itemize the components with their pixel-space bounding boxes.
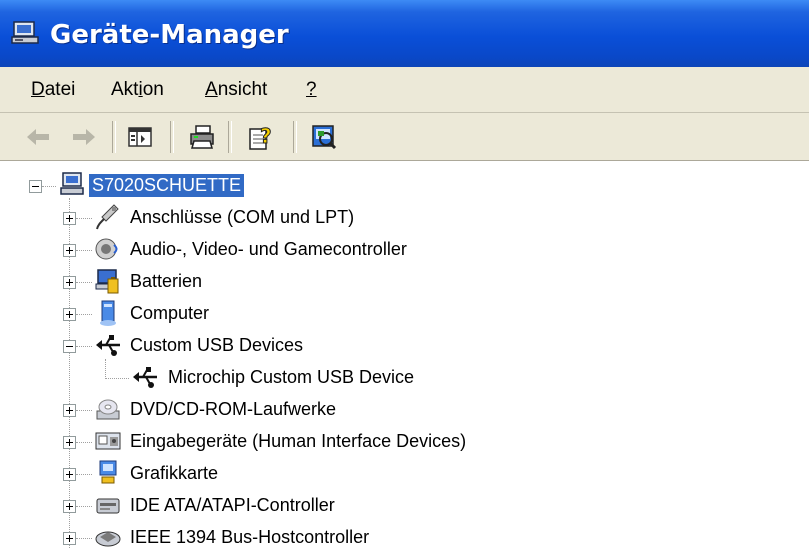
show-hide-console-tree-icon — [128, 127, 152, 147]
tree-item-label[interactable]: Computer — [127, 302, 212, 325]
toolbar: ? — [0, 113, 809, 161]
menu-datei-accel: D — [31, 79, 45, 100]
tree-connector — [76, 314, 92, 315]
tree-connector — [76, 282, 92, 283]
menu-aktion-post: on — [142, 79, 164, 100]
tree-connector — [76, 250, 92, 251]
tree-item-label[interactable]: Microchip Custom USB Device — [165, 366, 417, 389]
hid-icon — [95, 432, 121, 450]
tree-item-label[interactable]: Audio-, Video- und Gamecontroller — [127, 238, 410, 261]
tree-item-label[interactable]: Custom USB Devices — [127, 334, 306, 357]
menu-bar: Datei Aktion Ansicht ? — [0, 67, 809, 113]
title-bar[interactable]: Geräte-Manager — [0, 0, 809, 67]
menu-datei-post: atei — [44, 79, 76, 100]
toolbar-separator — [293, 121, 297, 153]
scan-hardware-button[interactable] — [308, 121, 340, 153]
dvd-icon — [96, 399, 120, 420]
toolbar-separator — [112, 121, 116, 153]
usb-icon — [133, 367, 157, 388]
menu-ansicht[interactable]: Ansicht — [205, 79, 267, 101]
tree-item-label[interactable]: Anschlüsse (COM und LPT) — [127, 206, 357, 229]
expand-toggle[interactable] — [63, 212, 76, 225]
expand-toggle[interactable] — [63, 532, 76, 545]
tree-connector — [76, 538, 92, 539]
tree-connector — [76, 474, 92, 475]
tree-connector — [76, 410, 92, 411]
print-icon — [190, 125, 214, 149]
show-hide-tree-button[interactable] — [124, 121, 156, 153]
expand-toggle[interactable] — [63, 500, 76, 513]
device-tree[interactable]: S7020SCHUETTE Anschlüsse (COM und LPT) A… — [0, 161, 809, 551]
tree-item-label[interactable]: Eingabegeräte (Human Interface Devices) — [127, 430, 469, 453]
tree-root-label[interactable]: S7020SCHUETTE — [89, 174, 245, 197]
expand-toggle[interactable] — [63, 244, 76, 257]
expand-toggle[interactable] — [63, 276, 76, 289]
back-button[interactable] — [22, 121, 54, 153]
tree-connector — [76, 218, 92, 219]
tree-item-label[interactable]: IDE ATA/ATAPI-Controller — [127, 494, 338, 517]
toolbar-separator — [170, 121, 174, 153]
computer-node-icon — [100, 300, 116, 326]
device-manager-icon — [11, 21, 39, 44]
forward-icon — [73, 129, 95, 145]
expand-toggle[interactable] — [63, 436, 76, 449]
menu-aktion[interactable]: Aktion — [111, 79, 164, 101]
usb-icon — [96, 335, 120, 356]
ieee1394-icon — [95, 531, 121, 547]
help-icon: ? — [249, 124, 272, 150]
menu-datei[interactable]: Datei — [31, 79, 75, 101]
menu-aktion-pre: Akt — [111, 79, 139, 100]
help-button[interactable]: ? — [246, 121, 278, 153]
back-icon — [27, 129, 49, 145]
menu-help-accel: ? — [306, 79, 317, 100]
tree-connector — [76, 346, 92, 347]
svg-text:?: ? — [260, 124, 272, 148]
tree-item-label[interactable]: Grafikkarte — [127, 462, 221, 485]
port-icon — [96, 204, 119, 230]
scan-hardware-icon — [312, 125, 337, 150]
tree-connector — [105, 378, 129, 379]
tree-item-label[interactable]: DVD/CD-ROM-Laufwerke — [127, 398, 339, 421]
tree-connector — [76, 442, 92, 443]
ide-icon — [96, 498, 120, 514]
forward-button[interactable] — [68, 121, 100, 153]
menu-help[interactable]: ? — [306, 79, 317, 101]
tree-connector — [42, 186, 56, 187]
print-button[interactable] — [186, 121, 218, 153]
tree-item-label[interactable]: Batterien — [127, 270, 205, 293]
window-title: Geräte-Manager — [50, 20, 289, 50]
expand-toggle[interactable] — [63, 308, 76, 321]
collapse-toggle[interactable] — [63, 340, 76, 353]
menu-ansicht-accel: A — [205, 79, 218, 100]
expand-toggle[interactable] — [63, 404, 76, 417]
audio-icon — [95, 238, 118, 260]
display-adapter-icon — [99, 460, 117, 484]
menu-ansicht-post: nsicht — [217, 79, 268, 100]
battery-icon — [95, 269, 119, 294]
tree-item-label[interactable]: IEEE 1394 Bus-Hostcontroller — [127, 526, 372, 549]
tree-connector — [76, 506, 92, 507]
toolbar-separator — [228, 121, 232, 153]
root-collapse-toggle[interactable] — [29, 180, 42, 193]
expand-toggle[interactable] — [63, 468, 76, 481]
computer-icon — [60, 172, 84, 195]
tree-connector — [105, 359, 106, 379]
